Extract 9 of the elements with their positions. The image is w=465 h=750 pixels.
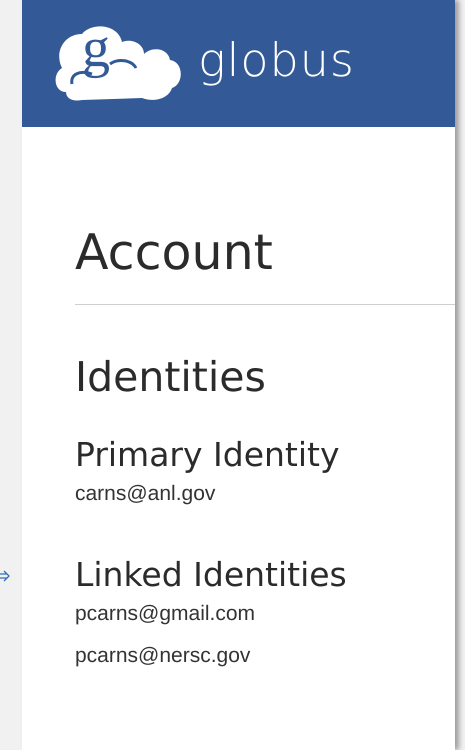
identity-email: pcarns@gmail.com: [75, 601, 256, 627]
identity-email: carns@anl.gov: [75, 481, 216, 507]
wordmark: globus: [198, 32, 355, 86]
page-title: Account: [75, 225, 274, 281]
arrow-icon: [0, 570, 10, 582]
section-title: Identities: [75, 353, 267, 401]
identity-email: pcarns@nersc.gov: [75, 643, 252, 669]
linked-identities-heading: Linked Identities: [75, 555, 348, 595]
primary-identity-heading: Primary Identity: [75, 435, 340, 475]
